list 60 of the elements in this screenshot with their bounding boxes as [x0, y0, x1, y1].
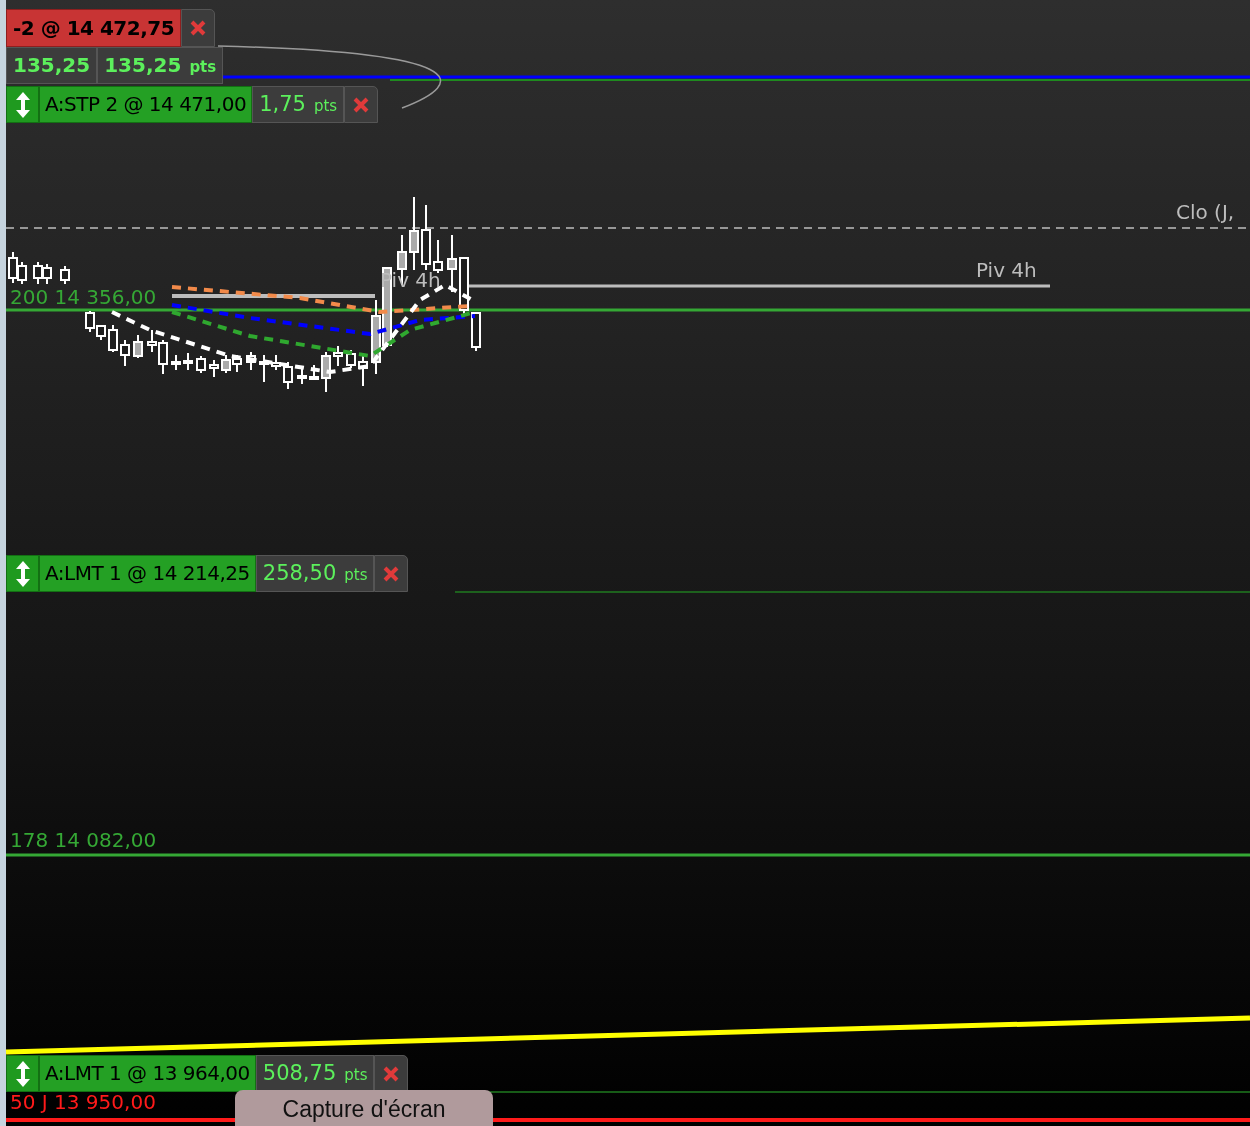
candle — [459, 256, 469, 315]
candle — [346, 349, 356, 369]
candle — [85, 310, 95, 333]
candle — [447, 234, 457, 293]
drag-handle[interactable] — [6, 555, 39, 592]
candle — [271, 354, 281, 371]
close-button[interactable] — [181, 9, 216, 47]
close-icon — [383, 1065, 400, 1082]
candle — [33, 261, 43, 285]
up-down-arrow-icon — [14, 90, 31, 119]
candle — [108, 324, 118, 353]
candle — [42, 263, 52, 285]
level-label: 200 14 356,00 — [10, 285, 157, 309]
position-label[interactable]: -2 @ 14 472,75 — [6, 9, 182, 47]
order-label[interactable]: A:STP 2 @ 14 471,00 — [39, 86, 253, 123]
candle — [171, 354, 181, 371]
points-unit: pts — [344, 1065, 368, 1086]
points-unit: pts — [313, 96, 338, 117]
up-down-arrow-icon — [14, 559, 31, 588]
close-icon — [353, 96, 370, 113]
candle — [421, 204, 431, 271]
candle — [196, 355, 206, 374]
points-unit: pts — [189, 57, 217, 78]
candle — [309, 364, 319, 381]
candle — [358, 354, 368, 387]
level-label: 50 J 13 950,00 — [10, 1090, 156, 1114]
candle — [221, 354, 231, 374]
level-label: Clo (J, — [1176, 200, 1235, 224]
candle — [120, 339, 130, 367]
candle — [321, 351, 331, 393]
cancel-button[interactable] — [374, 1055, 409, 1092]
drag-handle[interactable] — [6, 1055, 39, 1092]
level-label: 178 14 082,00 — [10, 828, 157, 852]
candle — [283, 361, 293, 390]
cancel-button[interactable] — [344, 86, 379, 123]
distance-value: 258,50 — [262, 560, 337, 587]
candle — [183, 352, 193, 371]
profit-value: 135,25 — [6, 47, 98, 84]
candle — [259, 354, 269, 383]
points-unit: pts — [344, 565, 368, 586]
distance-value: 508,75 — [262, 1060, 337, 1087]
tooltip: Capture d'écran — [235, 1090, 493, 1126]
drag-handle[interactable] — [6, 86, 39, 123]
candle — [96, 324, 106, 341]
up-down-arrow-icon — [14, 1059, 31, 1088]
candle — [246, 351, 256, 371]
close-icon — [383, 565, 400, 582]
candle — [8, 251, 18, 284]
points-value: 135,25 — [104, 52, 182, 79]
distance-value: 1,75 — [259, 91, 306, 118]
cancel-button[interactable] — [374, 555, 409, 592]
order-label[interactable]: A:LMT 1 @ 14 214,25 — [39, 555, 256, 592]
candle — [433, 239, 443, 274]
level-label: Piv 4h — [976, 258, 1037, 282]
candle — [209, 359, 219, 378]
candle — [471, 311, 481, 352]
candle — [333, 345, 343, 367]
close-icon — [190, 20, 207, 36]
candle — [133, 334, 143, 359]
order-label[interactable]: A:LMT 1 @ 13 964,00 — [39, 1055, 256, 1092]
